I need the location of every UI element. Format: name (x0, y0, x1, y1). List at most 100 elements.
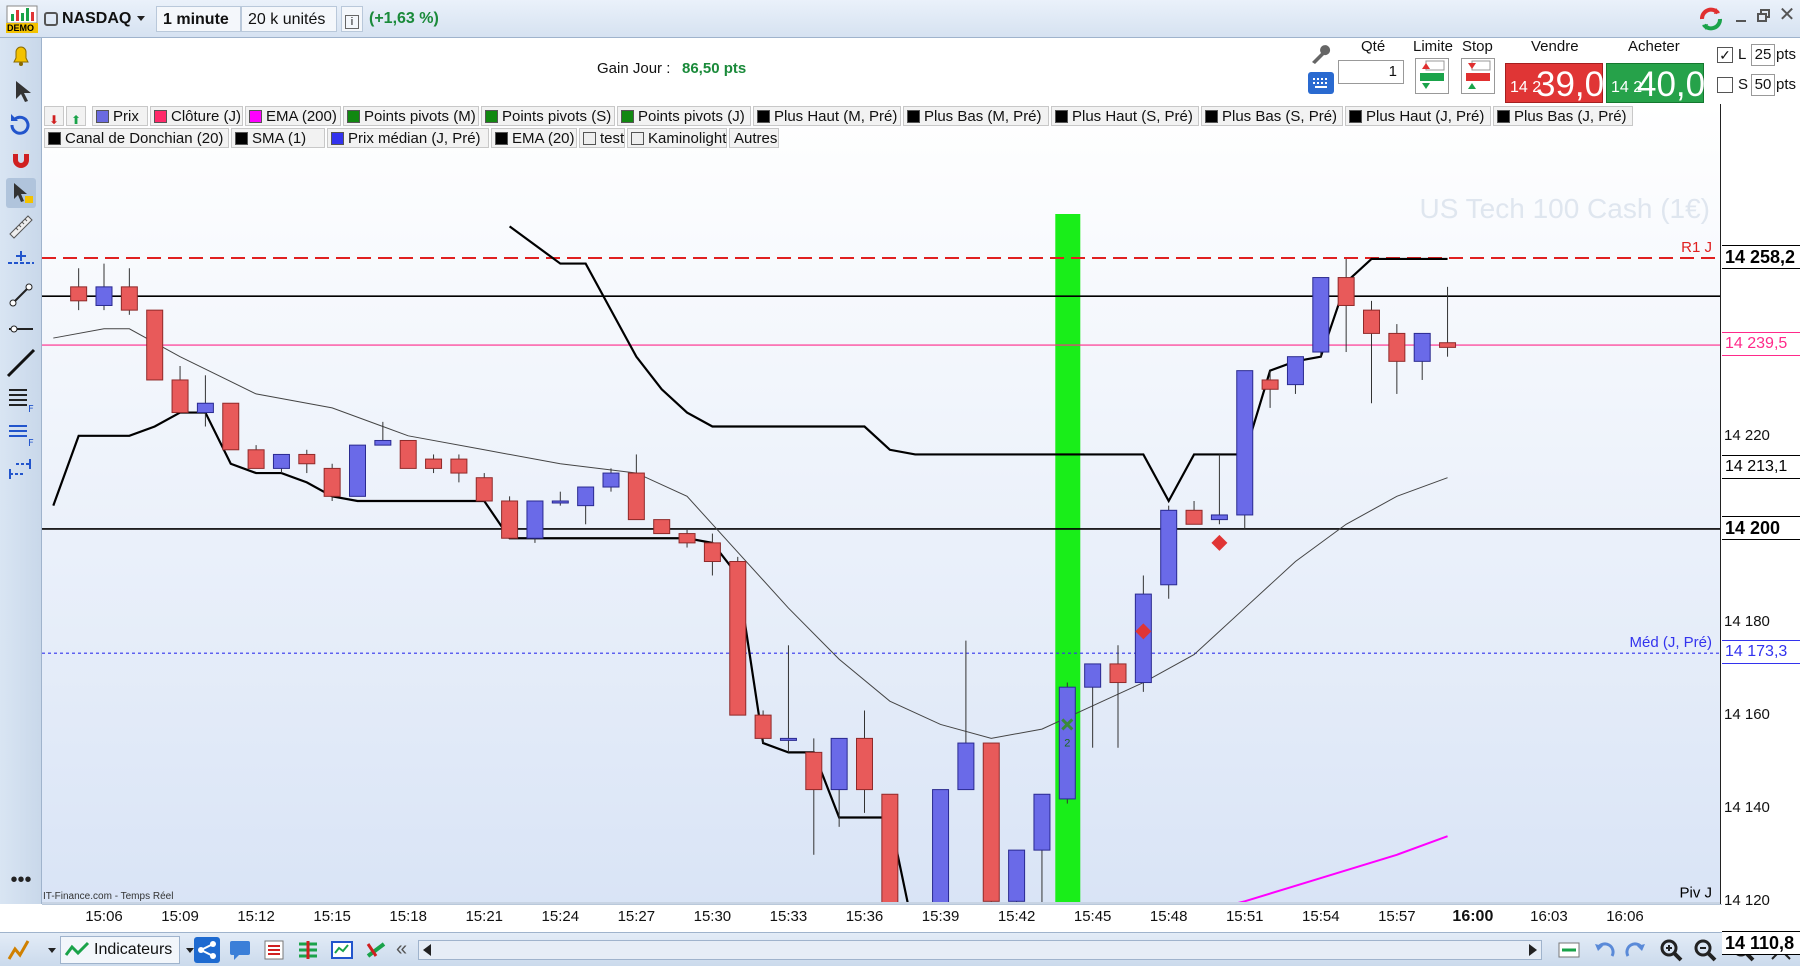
trendline-tool-icon[interactable] (6, 280, 36, 310)
market-selector[interactable]: NASDAQ (42, 6, 152, 32)
price-chart[interactable]: US Tech 100 Cash (1€) R1 J Méd (J, Pré) Piv… (42, 104, 1722, 968)
fibonacci-tool-icon[interactable]: F (6, 384, 36, 415)
chart-canvas[interactable]: US Tech 100 Cash (1€) R1 J Méd (J, Pré) Piv… (42, 104, 1722, 968)
legend-item[interactable]: SMA (1) (231, 128, 325, 148)
zoom-fit-icon[interactable] (1658, 937, 1684, 963)
legend-toggle-up[interactable]: ⬆ (66, 106, 86, 127)
legend-item[interactable]: EMA (200) (245, 106, 341, 126)
window-icon[interactable] (330, 938, 354, 962)
legend-label: Points pivots (M) (364, 108, 476, 125)
legend-item[interactable]: Plus Bas (M, Pré) (903, 106, 1049, 126)
legend-swatch-icon (1497, 110, 1510, 123)
gain-value: 86,50 pts (682, 60, 747, 77)
candle-body (425, 458, 443, 469)
close-button[interactable]: ✕ (1778, 5, 1796, 25)
legend-swatch-icon (96, 110, 109, 123)
l-checkbox[interactable]: ✓ (1717, 47, 1733, 63)
lock-cursor-icon[interactable] (6, 178, 36, 208)
candle-body (1160, 509, 1178, 586)
quantity-input[interactable]: 1 (1338, 60, 1404, 84)
candle-body (374, 439, 392, 446)
keyboard-icon[interactable] (1308, 72, 1334, 94)
legend-item[interactable]: test (579, 128, 625, 148)
redo-icon[interactable] (1624, 938, 1648, 962)
candle-body (399, 439, 417, 469)
s-points-input[interactable]: 50 (1751, 74, 1775, 96)
collapse-icon[interactable]: « (396, 938, 414, 962)
horizontal-scrollbar[interactable] (418, 940, 1542, 960)
candle-body (349, 444, 366, 497)
ruler-icon[interactable] (6, 212, 36, 242)
legend-label: Plus Haut (J, Pré) (1366, 108, 1485, 125)
share-icon[interactable] (194, 937, 220, 963)
legend-item[interactable]: Plus Haut (S, Pré) (1051, 106, 1199, 126)
l-pts-label: pts (1776, 46, 1797, 63)
price-axis[interactable] (1720, 104, 1800, 904)
candle-body (551, 500, 569, 504)
legend-swatch-icon (331, 132, 344, 145)
stop-order-button[interactable] (1461, 58, 1495, 94)
comment-icon[interactable] (228, 938, 252, 962)
units-selector[interactable]: 20 k unités (241, 6, 337, 49)
line-tool-icon[interactable] (6, 348, 36, 378)
limit-label: Limite (1413, 38, 1454, 55)
legend-label: EMA (20) (512, 130, 575, 147)
legend-item[interactable]: Plus Bas (J, Pré) (1493, 106, 1633, 126)
fibonacci-ext-tool-icon[interactable]: F (6, 418, 36, 449)
undo-icon[interactable] (1592, 938, 1616, 962)
limit-order-button[interactable] (1415, 58, 1449, 94)
sync-icon[interactable] (1556, 938, 1582, 962)
legend-item[interactable]: Points pivots (J) (617, 106, 751, 126)
candle-body (323, 467, 341, 497)
legend-item[interactable]: Clôture (J) (150, 106, 243, 126)
restore-button[interactable] (1756, 8, 1772, 24)
legend-item[interactable]: Kaminolight (627, 128, 727, 148)
chevron-down-icon[interactable] (48, 948, 56, 953)
candle-body (1413, 332, 1431, 362)
chart-watermark: US Tech 100 Cash (1€) (1419, 193, 1710, 224)
timeframe-selector[interactable]: 1 minute (156, 6, 241, 49)
l-points-input[interactable]: 25 (1751, 44, 1775, 66)
info-button[interactable]: i (341, 6, 363, 32)
candle-body (729, 561, 747, 716)
legend-more-button[interactable]: Autres (729, 128, 779, 148)
scroll-left-icon[interactable] (423, 944, 431, 956)
more-tools-icon[interactable]: ••• (6, 870, 36, 894)
zoom-out-icon[interactable] (1692, 937, 1718, 963)
legend-item[interactable]: Plus Haut (J, Pré) (1345, 106, 1491, 126)
refresh-icon[interactable] (1696, 4, 1726, 34)
legend-item[interactable]: EMA (20) (491, 128, 577, 148)
segment-tool-icon[interactable] (6, 314, 36, 344)
legend-item[interactable]: Plus Bas (S, Pré) (1201, 106, 1343, 126)
indicators-button[interactable]: Indicateurs (60, 936, 180, 964)
undo-cursor-icon[interactable] (6, 110, 36, 140)
alert-bell-icon[interactable] (6, 40, 36, 70)
legend-label: EMA (200) (266, 108, 337, 125)
level-label: Méd (J, Pré) (1629, 634, 1712, 651)
legend-item[interactable]: Prix (92, 106, 148, 126)
transfer-icon[interactable] (364, 938, 388, 962)
cursor-icon[interactable] (6, 76, 36, 106)
scroll-right-icon[interactable] (1529, 944, 1537, 956)
candle-body (1312, 277, 1330, 353)
orders-list-icon[interactable] (262, 938, 286, 962)
chart-type-icon[interactable] (6, 937, 32, 963)
minimize-button[interactable] (1734, 10, 1748, 24)
legend-item[interactable]: Prix médian (J, Pré) (327, 128, 489, 148)
legend-item[interactable]: Points pivots (M) (343, 106, 479, 126)
legend-item[interactable]: Canal de Donchian (20) (44, 128, 229, 148)
horizontal-line-tool-icon[interactable] (6, 246, 36, 276)
channel-tool-icon[interactable] (6, 452, 36, 482)
settings-wrench-icon[interactable] (1308, 42, 1332, 66)
positions-icon[interactable] (296, 938, 320, 962)
legend-swatch-icon (757, 110, 770, 123)
magnet-icon[interactable] (6, 144, 36, 174)
chevron-down-icon[interactable] (186, 948, 194, 953)
candle-body (120, 286, 138, 311)
buy-button[interactable]: 14 2 40,0 (1606, 63, 1705, 104)
sell-button[interactable]: 14 2 39,0 (1505, 63, 1604, 104)
s-checkbox[interactable] (1717, 77, 1733, 93)
legend-item[interactable]: Plus Haut (M, Pré) (753, 106, 901, 126)
legend-item[interactable]: Points pivots (S) (481, 106, 615, 126)
legend-toggle-down[interactable]: ⬇ (44, 106, 64, 127)
